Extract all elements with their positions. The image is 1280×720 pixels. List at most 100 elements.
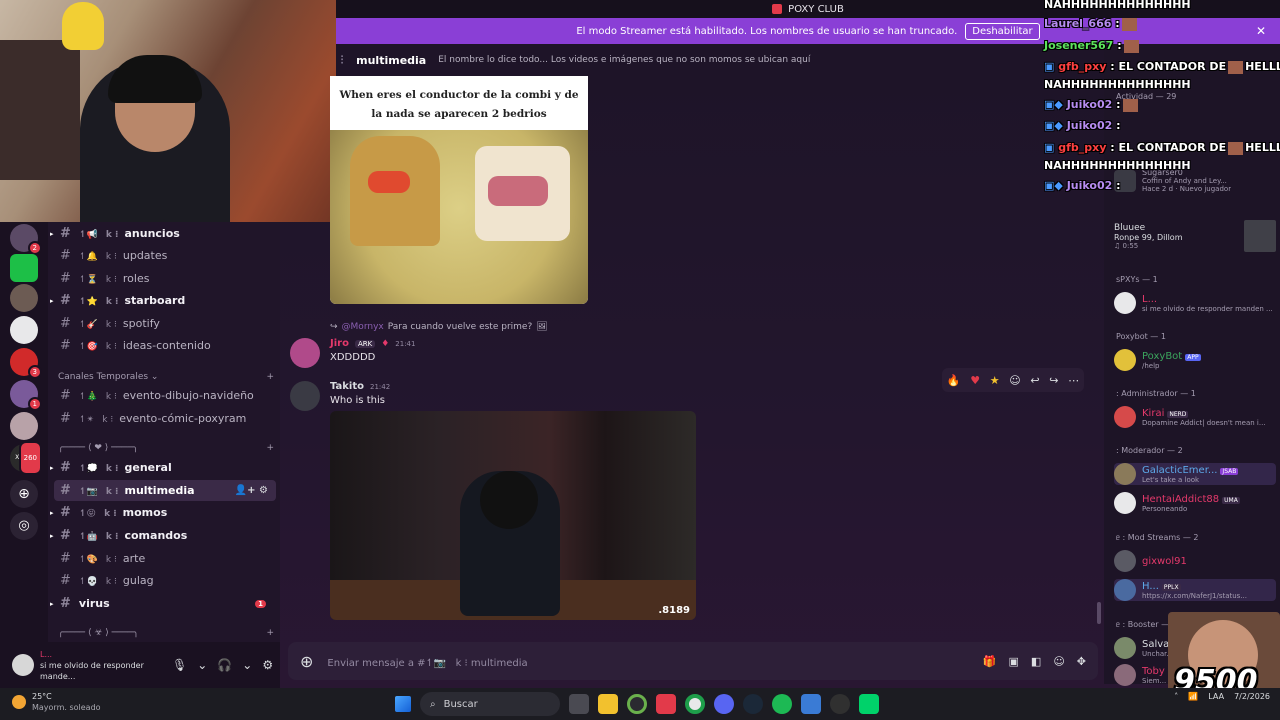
gear-icon[interactable]: ⚙ — [262, 658, 273, 672]
role-icon: ♦ — [381, 338, 390, 349]
channel-item[interactable]: # ↿✴ㅤk ⁝ evento-cómic-poxyram — [54, 408, 276, 429]
avatar[interactable] — [12, 654, 34, 676]
webcam-person-hair — [108, 55, 202, 103]
hash-icon: # — [60, 483, 71, 498]
member-item[interactable]: H... PPLX https://x.com/NaferJ1/status... — [1114, 579, 1276, 601]
microphone-icon[interactable]: 🎙 — [172, 658, 187, 672]
weather-widget[interactable]: 25°C Mayorm. soleado — [12, 691, 101, 713]
channel-settings-icon[interactable]: 👤+ ⚙ — [235, 485, 268, 496]
windows-start-icon[interactable] — [395, 696, 411, 712]
apps-icon[interactable]: ✥ — [1077, 655, 1086, 668]
taskbar-search[interactable]: ⌕ Buscar — [420, 692, 560, 716]
avatar[interactable] — [290, 381, 320, 411]
channel-item[interactable]: ▸ # ↿💭ㅤk ⁝ general — [50, 457, 276, 478]
sticker-icon[interactable]: ◧ — [1031, 655, 1041, 668]
channel-item-active[interactable]: # ↿📷ㅤk ⁝ multimedia 👤+ ⚙ — [54, 480, 276, 501]
add-reaction-icon[interactable]: ☺ — [1009, 374, 1020, 387]
server-icon[interactable]: 1 — [10, 380, 42, 411]
app-icon[interactable] — [656, 694, 676, 714]
badge-icon: ▣◆ — [1044, 98, 1063, 111]
network-icon[interactable]: 📶 — [1188, 692, 1198, 701]
guild-tag: JSAB — [1220, 467, 1239, 475]
attach-plus-icon[interactable]: ⊕ — [300, 652, 313, 671]
member-item[interactable]: Kirai NERD Dopamine Addict| doesn't mean i… — [1114, 406, 1276, 428]
category-collapsed[interactable]: ╭──── ⟨ ☣ ⟩ ────╮ + — [58, 628, 274, 638]
channel-item[interactable]: # ↿💀ㅤk ⁝ gulag — [54, 570, 276, 591]
overlay-chat-text: NAHHHHHHHHHHHHHH — [1044, 159, 1191, 172]
message-author[interactable]: Jiro — [330, 338, 349, 349]
activity-item[interactable]: Bluuee Ronpe 99, Dillom ♫ 0:55 — [1114, 220, 1276, 252]
member-item[interactable]: HentaiAddict88 UMA Personeando — [1114, 492, 1276, 514]
channel-item[interactable]: # ↿🎸ㅤk ⁝ spotify — [54, 313, 276, 334]
overlay-chat-text: : — [1116, 119, 1121, 132]
channel-item[interactable]: ▸ # virus 1 — [50, 593, 276, 614]
message-input[interactable]: Enviar mensaje a #↿📷ㅤk ⁝ multimedia — [327, 654, 968, 669]
message-author[interactable]: Takito — [330, 381, 364, 392]
channel-item[interactable]: ▸ # ↿🤖ㅤk ⁝ comandos — [50, 525, 276, 546]
disable-streamer-mode-button[interactable]: Deshabilitar — [965, 22, 1040, 40]
chevron-down-icon[interactable]: ⌄ — [242, 658, 252, 672]
avatar — [1114, 349, 1136, 371]
member-item[interactable]: L... si me olvido de responder manden ... — [1114, 292, 1276, 314]
star-reaction-icon[interactable]: ★ — [990, 374, 1000, 387]
channel-topic[interactable]: El nombre lo dice todo... Los videos e i… — [438, 55, 810, 65]
discord-icon[interactable] — [714, 694, 734, 714]
server-icon[interactable] — [10, 254, 38, 282]
member-item[interactable]: GalacticEmer... JSAB Let's take a look — [1114, 463, 1276, 485]
spotify-icon[interactable] — [772, 694, 792, 714]
channel-item[interactable]: # ↿🎄ㅤk ⁝ evento-dibujo-navideño — [54, 385, 276, 406]
clock[interactable]: 7/2/2026 — [1234, 691, 1270, 702]
heart-reaction-icon[interactable]: ♥ — [970, 374, 980, 387]
avatar[interactable] — [290, 338, 320, 368]
app-badge: APP — [1185, 353, 1201, 361]
channel-item[interactable]: # ↿🎨ㅤk ⁝ arte — [54, 548, 276, 569]
server-icon[interactable]: 3 — [10, 348, 42, 379]
channel-item[interactable]: # ↿🎯ㅤk ⁝ ideas-contenido — [54, 335, 276, 356]
channel-item[interactable]: # ↿🔔ㅤk ⁝ updates — [54, 245, 276, 266]
message-composer: ⊕ Enviar mensaje a #↿📷ㅤk ⁝ multimedia 🎁 … — [288, 642, 1098, 680]
member-item[interactable]: gixwol91 — [1114, 550, 1276, 572]
category-main[interactable]: ╭──── ⟨ ❤ ⟩ ────╮ + — [58, 443, 274, 453]
member-item[interactable]: PoxyBot APP/help — [1114, 349, 1276, 371]
app-icon[interactable] — [859, 694, 879, 714]
add-channel-icon[interactable]: + — [266, 372, 274, 382]
category-temp-channels[interactable]: Canales Temporales ⌄ + — [58, 372, 274, 382]
more-icon[interactable]: ⋯ — [1068, 374, 1079, 387]
chrome-icon[interactable] — [685, 694, 705, 714]
language-indicator[interactable]: LAA — [1208, 692, 1224, 701]
gif-icon[interactable]: ▣ — [1009, 655, 1019, 668]
server-icon[interactable]: 2 — [10, 224, 42, 255]
notepad-icon[interactable] — [801, 694, 821, 714]
chevron-down-icon[interactable]: ⌄ — [197, 658, 207, 672]
steam-icon[interactable] — [743, 694, 763, 714]
fire-reaction-icon[interactable]: 🔥 — [947, 374, 961, 387]
reply-reference[interactable]: ↪ @Mornyx Para cuando vuelve este prime?… — [330, 322, 548, 332]
discover-icon[interactable]: ◎ — [10, 512, 38, 540]
emoji-icon[interactable]: ☺ — [1053, 655, 1064, 668]
server-icon[interactable] — [10, 284, 38, 312]
collapse-arrow-icon: ▸ — [50, 599, 54, 608]
add-channel-icon[interactable]: + — [266, 628, 274, 638]
add-server-icon[interactable]: ⊕ — [10, 480, 38, 508]
gift-icon[interactable]: 🎁 — [983, 655, 997, 668]
message-image-photo[interactable]: .8189 — [330, 411, 696, 620]
task-view-icon[interactable] — [569, 694, 589, 714]
headphones-icon[interactable]: 🎧 — [217, 658, 232, 672]
channel-item[interactable]: ▸ # ↿⭐ㅤk ⁝ starboard — [50, 290, 276, 311]
server-icon[interactable] — [10, 412, 38, 440]
add-channel-icon[interactable]: + — [266, 443, 274, 453]
channel-item[interactable]: # ↿⏳ㅤk ⁝ roles — [54, 268, 276, 289]
channel-item[interactable]: ▸ # ↿📢ㅤk ⁝ anuncios — [50, 223, 276, 244]
forward-icon[interactable]: ↪ — [1049, 374, 1058, 387]
xbox-icon[interactable] — [627, 694, 647, 714]
chat-scrollbar[interactable] — [1097, 602, 1101, 624]
obs-icon[interactable] — [830, 694, 850, 714]
reply-icon[interactable]: ↩ — [1030, 374, 1039, 387]
server-folder[interactable]: X VeN260 — [10, 441, 42, 475]
user-status[interactable]: L... si me olvido de responder mande... — [40, 649, 162, 682]
channel-item[interactable]: ▸ # ↿😝ㅤk ⁝ momos — [50, 502, 276, 523]
chevron-up-icon[interactable]: ˄ — [1174, 692, 1178, 701]
file-explorer-icon[interactable] — [598, 694, 618, 714]
server-icon[interactable] — [10, 316, 38, 344]
message-image-meme[interactable]: When eres el conductor de la combi y de … — [330, 76, 588, 304]
